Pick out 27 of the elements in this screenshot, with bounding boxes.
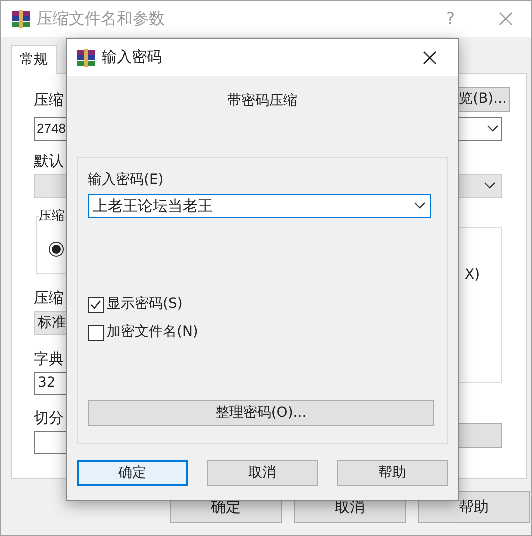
dialog-button[interactable]: 确定 [77,460,188,486]
dialog-button[interactable]: 取消 [207,460,318,486]
field-label: 切分 [34,409,64,427]
chevron-down-icon [484,182,496,190]
dialog-heading: 带密码压缩 [228,92,298,111]
checkbox-label: 加密文件名(N) [107,323,198,342]
password-field[interactable]: 上老王论坛当老王 [88,194,431,218]
field-label: 压缩 [34,289,64,307]
close-icon[interactable] [423,50,437,64]
books-icon [11,9,31,29]
window-title: 压缩文件名和参数 [37,8,165,30]
option-label: X) [465,267,480,283]
field-label: 默认 [34,152,64,170]
field-label: 压缩 [34,90,64,110]
radio-button[interactable] [49,242,64,257]
dialog-button[interactable]: 帮助 [337,460,448,486]
password-label: 输入密码(E) [88,171,164,190]
field-label: 字典 [34,350,64,368]
checkbox[interactable] [88,296,104,312]
checkbox[interactable] [88,324,104,340]
checkbox-label: 显示密码(S) [107,295,183,314]
tab[interactable]: 常规 [11,45,57,74]
organize-passwords-button[interactable]: 整理密码(O)... [88,400,434,426]
dialog-title: 输入密码 [102,47,162,68]
chevron-down-icon [487,125,499,133]
chevron-down-icon [414,202,426,210]
books-icon [76,48,96,68]
